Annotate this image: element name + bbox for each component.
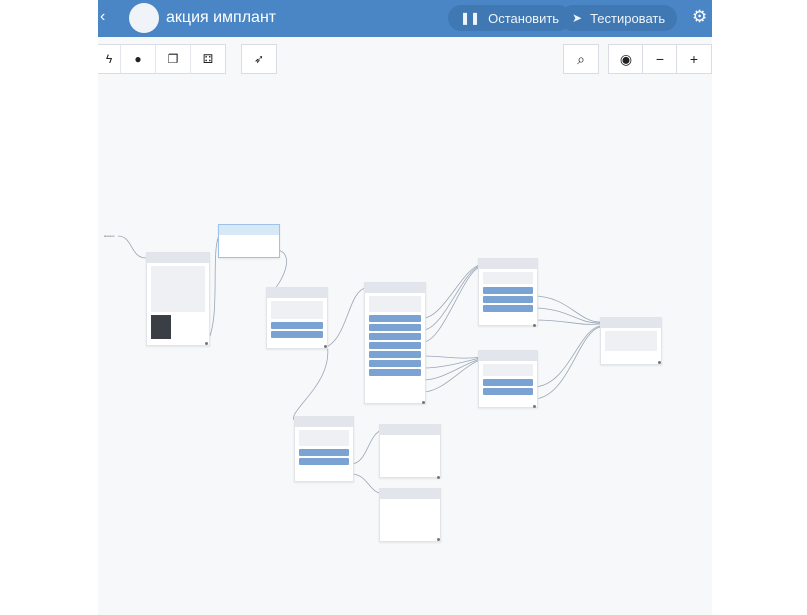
node-body <box>271 301 323 319</box>
node-option[interactable] <box>369 342 421 349</box>
connector-dot[interactable] <box>422 401 425 404</box>
node-header <box>380 489 440 499</box>
gear-icon[interactable]: ⚙ <box>692 7 707 27</box>
node-header <box>380 425 440 435</box>
node-body <box>605 331 657 351</box>
node-body <box>483 364 533 376</box>
node-option[interactable] <box>369 333 421 340</box>
node-header <box>267 288 327 298</box>
connector-dot[interactable] <box>205 342 208 345</box>
connector-dot[interactable] <box>533 324 536 327</box>
node-option[interactable] <box>271 331 323 338</box>
node-body <box>299 430 349 446</box>
test-label: Тестировать <box>590 10 666 26</box>
node-body <box>384 438 436 464</box>
node-option[interactable] <box>299 458 349 465</box>
connector-dot[interactable] <box>437 476 440 479</box>
flow-node-4[interactable] <box>478 258 538 326</box>
node-body <box>151 266 205 312</box>
node-option[interactable] <box>483 296 533 303</box>
toolbar-left-2: ➶ <box>241 44 277 74</box>
node-header <box>219 225 279 235</box>
rocket-icon[interactable]: ➶ <box>242 45 276 73</box>
node-option[interactable] <box>369 360 421 367</box>
node-option[interactable] <box>299 449 349 456</box>
logo <box>129 3 159 33</box>
flow-node-1[interactable] <box>146 252 210 346</box>
toolbar-left: ϟ ● ❐ ⚃ <box>98 44 226 74</box>
node-body <box>223 238 275 248</box>
node-header <box>479 259 537 269</box>
node-option[interactable] <box>483 388 533 395</box>
copy-icon[interactable]: ❐ <box>156 45 191 73</box>
node-option[interactable] <box>483 305 533 312</box>
node-header <box>601 318 661 328</box>
node-header <box>147 253 209 263</box>
node-header <box>479 351 537 361</box>
node-header <box>295 417 353 427</box>
blocks-icon[interactable]: ⚃ <box>191 45 225 73</box>
node-body <box>384 502 436 528</box>
flow-node-9[interactable] <box>379 488 441 542</box>
connector-dot[interactable] <box>658 361 661 364</box>
top-bar: ‹ акция имплант ❚❚ Остановить ➤ Тестиров… <box>98 0 712 37</box>
flow-node-7[interactable] <box>294 416 354 482</box>
zoom-in-icon[interactable]: + <box>676 44 712 74</box>
lightning-icon[interactable]: ϟ <box>98 45 121 73</box>
flow-node-8[interactable] <box>379 424 441 478</box>
node-option[interactable] <box>369 369 421 376</box>
stop-button[interactable]: ❚❚ Остановить <box>448 5 572 31</box>
node-option[interactable] <box>369 351 421 358</box>
pause-icon: ❚❚ <box>460 11 481 25</box>
paper-plane-icon: ➤ <box>572 11 583 25</box>
connector-dot[interactable] <box>437 538 440 541</box>
zoom-out-icon[interactable]: − <box>642 44 678 74</box>
app-window: ‹ акция имплант ❚❚ Остановить ➤ Тестиров… <box>98 0 712 615</box>
node-option[interactable] <box>369 324 421 331</box>
node-option[interactable] <box>369 315 421 322</box>
test-button[interactable]: ➤ Тестировать <box>560 5 678 31</box>
start-label: Начало <box>104 234 115 238</box>
flow-node-3[interactable] <box>364 282 426 404</box>
node-body <box>483 272 533 284</box>
flow-node-6[interactable] <box>600 317 662 365</box>
stop-label: Остановить <box>488 10 560 26</box>
user-icon[interactable]: ● <box>121 45 156 73</box>
node-option[interactable] <box>483 287 533 294</box>
node-option[interactable] <box>483 379 533 386</box>
connector-dot[interactable] <box>533 405 536 408</box>
page-title: акция имплант <box>166 9 277 26</box>
node-body <box>369 296 421 312</box>
node-header <box>365 283 425 293</box>
target-icon[interactable]: ◉ <box>608 44 644 74</box>
flow-node-5[interactable] <box>478 350 538 408</box>
back-icon[interactable]: ‹ <box>100 8 105 26</box>
search-icon[interactable]: ⌕ <box>563 44 599 74</box>
flow-node-table[interactable] <box>218 224 280 258</box>
connector-dot[interactable] <box>324 345 327 348</box>
node-image <box>151 315 171 339</box>
node-option[interactable] <box>271 322 323 329</box>
flow-node-2[interactable] <box>266 287 328 349</box>
